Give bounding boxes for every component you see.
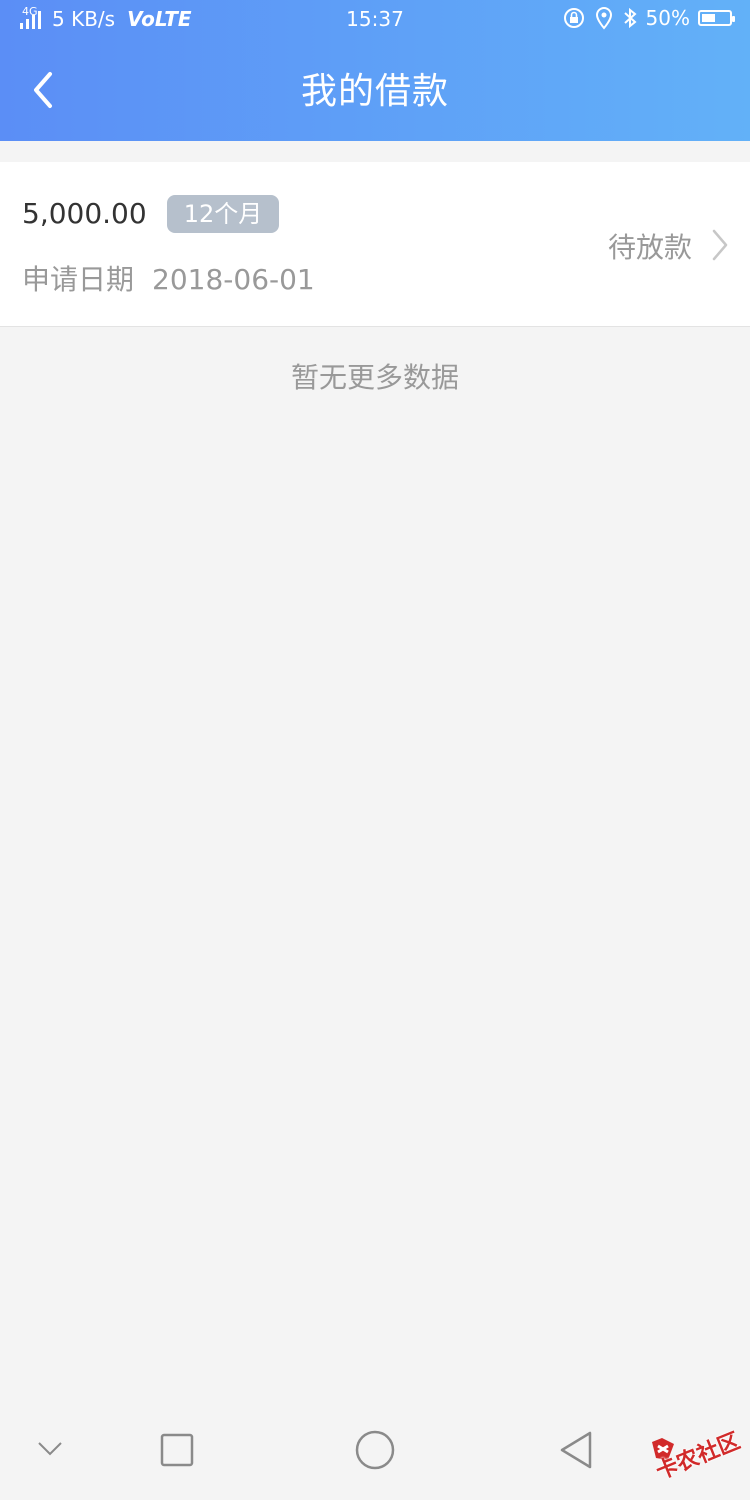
watermark: 卡农社区	[646, 1408, 744, 1485]
location-icon	[595, 6, 612, 30]
square-icon[interactable]	[160, 1433, 194, 1467]
loan-term-badge: 12个月	[167, 195, 279, 233]
apply-date-row: 申请日期 2018-06-01	[22, 258, 315, 298]
battery-icon	[698, 10, 735, 26]
rotation-lock-icon	[563, 8, 584, 28]
no-more-data-text: 暂无更多数据	[290, 361, 459, 394]
triangle-back-icon[interactable]	[558, 1430, 594, 1470]
loan-item[interactable]: 5,000.00 12个月 申请日期 2018-06-01 待放款	[0, 162, 750, 327]
circle-icon[interactable]	[354, 1429, 396, 1471]
system-navigation-bar	[0, 1400, 750, 1500]
chevron-right-icon	[712, 229, 728, 261]
battery-percent: 50%	[645, 6, 690, 30]
app-header: 4G 5 KB/s VoLTE 15:37 50% 我的借款	[0, 0, 750, 141]
loan-status: 待放款	[607, 231, 692, 264]
page-title: 我的借款	[300, 71, 449, 112]
loan-amount: 5,000.00	[22, 197, 147, 230]
chevron-down-icon[interactable]	[36, 1440, 64, 1458]
bluetooth-icon	[623, 7, 637, 29]
apply-date-value: 2018-06-01	[152, 263, 315, 296]
status-bar: 4G 5 KB/s VoLTE 15:37 50%	[0, 0, 750, 40]
apply-date-label: 申请日期	[22, 263, 135, 296]
battery-fill	[702, 14, 715, 22]
